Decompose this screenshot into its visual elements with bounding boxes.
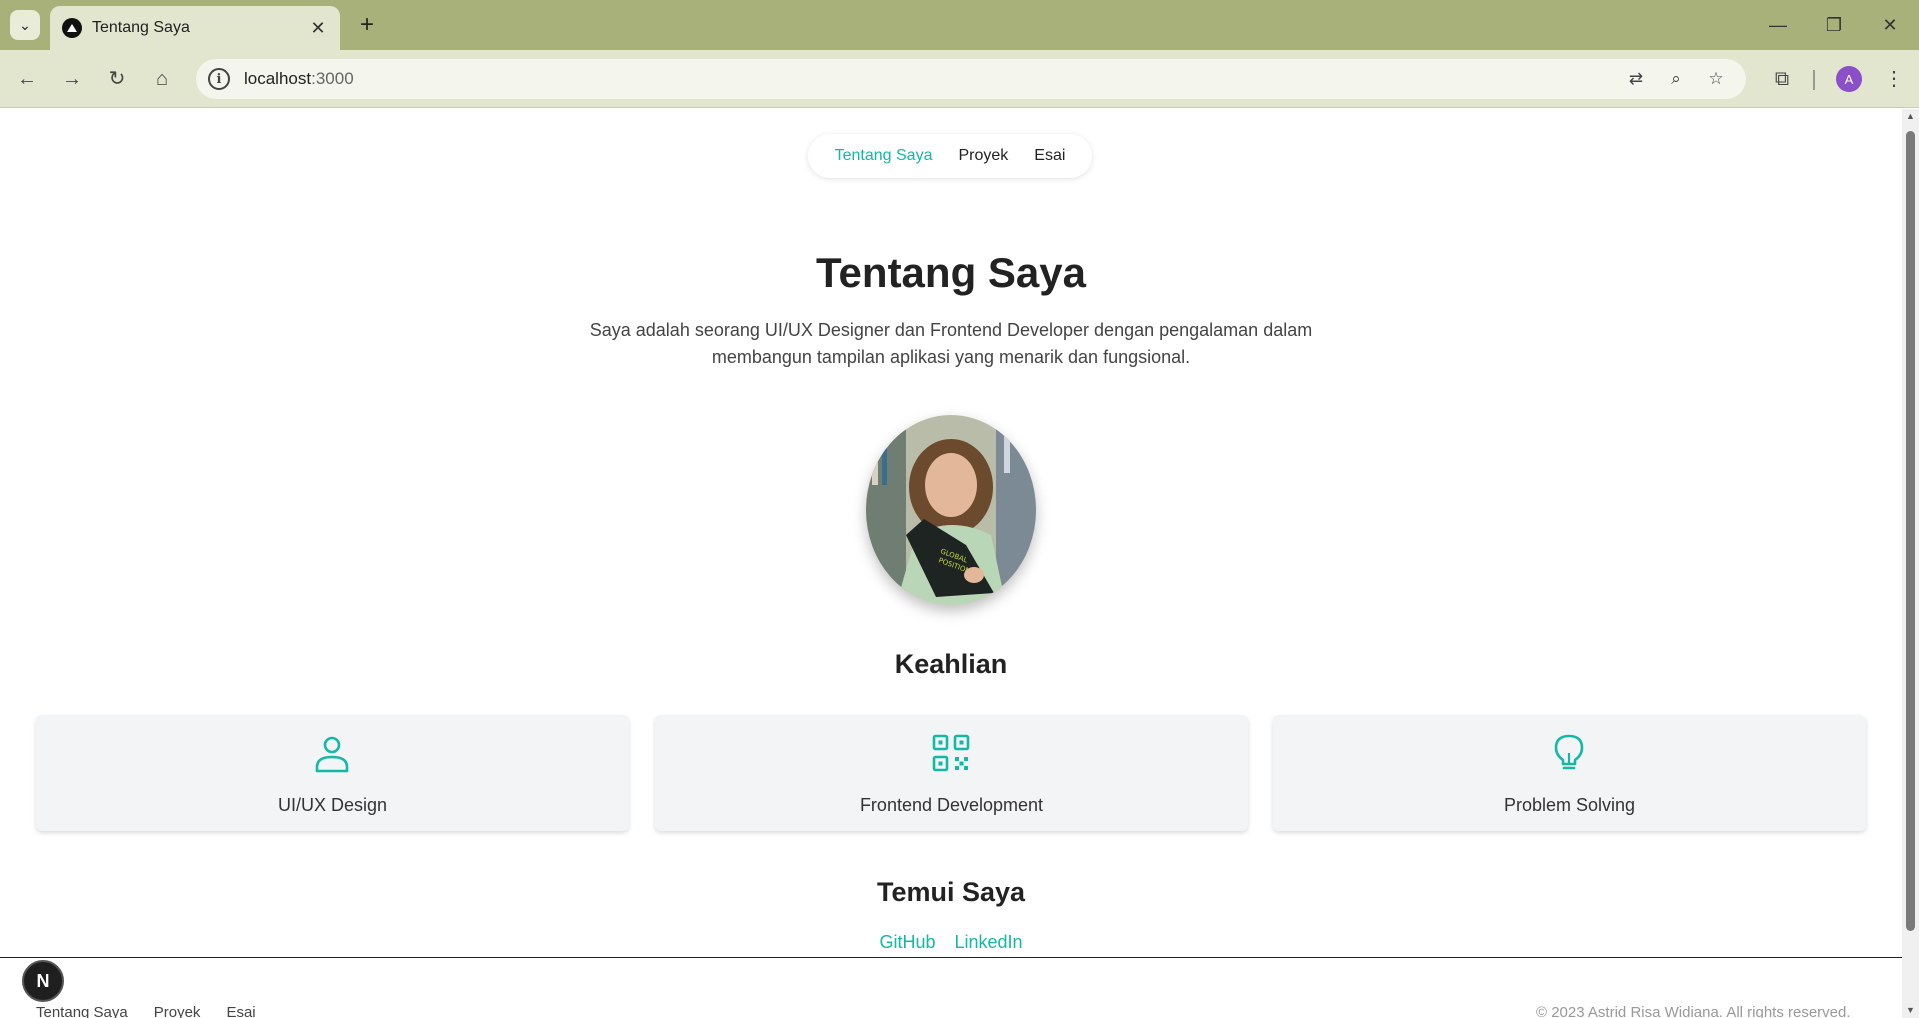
extensions-icon[interactable]: ⧉ <box>1767 64 1797 94</box>
nav-item-esai[interactable]: Esai <box>1034 147 1065 165</box>
nextjs-dev-badge[interactable]: N <box>22 960 64 1002</box>
restore-icon[interactable]: ❐ <box>1814 10 1854 40</box>
social-links: GitHub LinkedIn <box>0 932 1902 953</box>
skill-card-ui-ux: UI/UX Design <box>36 715 629 831</box>
copyright-text: © 2023 Astrid Risa Widiana. All rights r… <box>1536 1004 1851 1018</box>
profile-photo: GLOBAL POSITIONING <box>866 415 1036 605</box>
footer-link-esai[interactable]: Esai <box>226 1004 255 1018</box>
footer-nav: Tentang Saya Proyek Esai <box>36 1004 256 1018</box>
nav-item-proyek[interactable]: Proyek <box>958 147 1008 165</box>
github-link[interactable]: GitHub <box>879 932 935 952</box>
close-tab-icon[interactable]: ✕ <box>308 18 328 39</box>
forward-icon[interactable]: → <box>57 64 87 94</box>
translate-icon[interactable]: ⇄ <box>1622 65 1650 93</box>
meet-title: Temui Saya <box>876 877 1026 907</box>
user-icon <box>315 736 349 773</box>
scroll-down-icon[interactable]: ▼ <box>1905 1005 1916 1015</box>
toolbar-divider <box>1813 70 1815 90</box>
skill-label: Problem Solving <box>1503 795 1636 815</box>
skill-card-problem-solving: Problem Solving <box>1273 715 1866 831</box>
scroll-up-icon[interactable]: ▲ <box>1905 111 1916 121</box>
close-window-icon[interactable]: ✕ <box>1870 10 1910 40</box>
browser-tab-bar: ⌄ Tentang Saya ✕ + — ❐ ✕ <box>0 0 1919 50</box>
page-title: Tentang Saya <box>816 249 1086 296</box>
minimize-icon[interactable]: — <box>1758 10 1798 40</box>
browser-toolbar: ← → ↻ ⌂ i localhost:3000 ⇄ ⌕ ☆ ⧉ A ⋮ <box>0 50 1919 108</box>
skills-title: Keahlian <box>894 649 1008 679</box>
skill-label: Frontend Development <box>859 795 1044 815</box>
home-icon[interactable]: ⌂ <box>147 64 177 94</box>
site-info-icon[interactable]: i <box>208 68 230 90</box>
reload-icon[interactable]: ↻ <box>102 64 132 94</box>
profile-avatar[interactable]: A <box>1836 66 1862 92</box>
footer-link-tentang-saya[interactable]: Tentang Saya <box>36 1004 128 1018</box>
footer-link-proyek[interactable]: Proyek <box>154 1004 201 1018</box>
page-viewport: Tentang Saya Proyek Esai Tentang Saya Sa… <box>0 109 1902 1018</box>
footer-divider <box>0 957 1902 958</box>
tab-search-icon[interactable]: ⌄ <box>10 10 40 40</box>
menu-kebab-icon[interactable]: ⋮ <box>1879 64 1909 94</box>
new-tab-icon[interactable]: + <box>352 10 382 40</box>
bookmark-star-icon[interactable]: ☆ <box>1702 65 1730 93</box>
page-scrollbar[interactable]: ▲ ▼ <box>1902 109 1919 1018</box>
address-bar[interactable]: i localhost:3000 ⇄ ⌕ ☆ <box>196 59 1746 99</box>
linkedin-link[interactable]: LinkedIn <box>954 932 1022 952</box>
url-port: :3000 <box>311 69 354 88</box>
scroll-thumb[interactable] <box>1906 131 1915 931</box>
lightbulb-icon <box>1554 734 1584 770</box>
url-host: localhost <box>244 69 312 88</box>
tab-title: Tentang Saya <box>92 19 190 36</box>
skill-card-frontend: Frontend Development <box>655 715 1248 831</box>
nav-item-tentang-saya[interactable]: Tentang Saya <box>835 147 933 165</box>
skill-label: UI/UX Design <box>277 795 388 815</box>
favicon-icon <box>62 18 82 38</box>
top-nav: Tentang Saya Proyek Esai <box>808 134 1092 178</box>
back-icon[interactable]: ← <box>12 64 42 94</box>
browser-tab[interactable]: Tentang Saya ✕ <box>50 6 340 50</box>
zoom-icon[interactable]: ⌕ <box>1662 65 1690 93</box>
qr-code-icon <box>932 734 970 772</box>
hero-description: Saya adalah seorang UI/UX Designer dan F… <box>589 320 1313 367</box>
